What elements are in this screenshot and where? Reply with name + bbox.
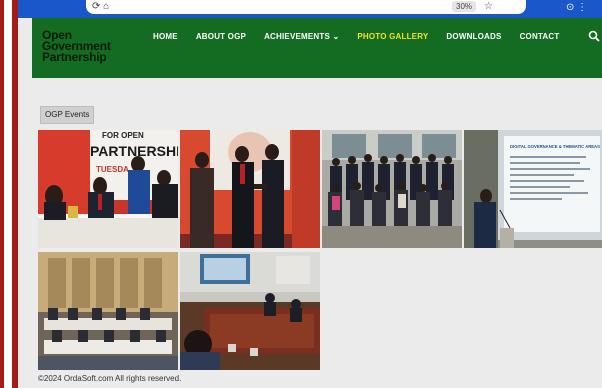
browser-toolbar: ⟳ ⌂ 30% ☆ ⊙ ⋮ <box>18 0 602 18</box>
banner-date-text: TUESDA <box>96 165 129 174</box>
logo-line-3: Partnership <box>42 50 107 64</box>
nav-about-ogp[interactable]: ABOUT OGP <box>187 32 255 42</box>
left-frame-border <box>0 0 18 388</box>
banner-top-text: FOR OPEN <box>102 131 144 140</box>
gallery-photo[interactable]: DIGITAL GOVERNANCE & THEMATIC AREAS <box>464 130 602 248</box>
search-icon[interactable] <box>588 30 602 44</box>
nav-photo-gallery[interactable]: PHOTO GALLERY <box>348 32 437 42</box>
site-header: Open Government Partnership HOME ABOUT O… <box>32 18 602 78</box>
gallery-photo[interactable] <box>38 252 178 370</box>
category-tag[interactable]: OGP Events <box>40 106 95 124</box>
browser-menu-icons[interactable]: ⊙ ⋮ <box>566 2 587 14</box>
address-bar[interactable]: ⟳ ⌂ 30% ☆ <box>86 0 526 14</box>
slide-title: DIGITAL GOVERNANCE & THEMATIC AREAS <box>510 144 600 149</box>
bookmark-star-icon[interactable]: ☆ <box>484 1 493 13</box>
nav-achievements[interactable]: ACHIEVEMENTS ⌄ <box>255 32 348 42</box>
zoom-badge[interactable]: 30% <box>452 1 477 12</box>
footer-copyright: ©2024 OrdaSoft.com All rights reserved. <box>38 374 182 383</box>
gallery-photo[interactable] <box>180 252 320 370</box>
gallery-photo[interactable]: FOR OPEN PARTNERSHIP TUESDA <box>38 130 178 248</box>
banner-main-text: PARTNERSHIP <box>90 143 178 159</box>
nav-contact[interactable]: CONTACT <box>511 32 569 42</box>
site-logo[interactable]: Open Government Partnership <box>42 29 111 64</box>
nav-home[interactable]: HOME <box>144 32 187 42</box>
gallery-photo[interactable] <box>180 130 320 248</box>
nav-downloads[interactable]: DOWNLOADS <box>437 32 510 42</box>
gallery-photo[interactable] <box>322 130 462 248</box>
web-page: Open Government Partnership HOME ABOUT O… <box>18 18 602 388</box>
main-nav: HOME ABOUT OGP ACHIEVEMENTS ⌄ PHOTO GALL… <box>144 32 568 42</box>
reload-home-icon[interactable]: ⟳ ⌂ <box>92 1 109 13</box>
